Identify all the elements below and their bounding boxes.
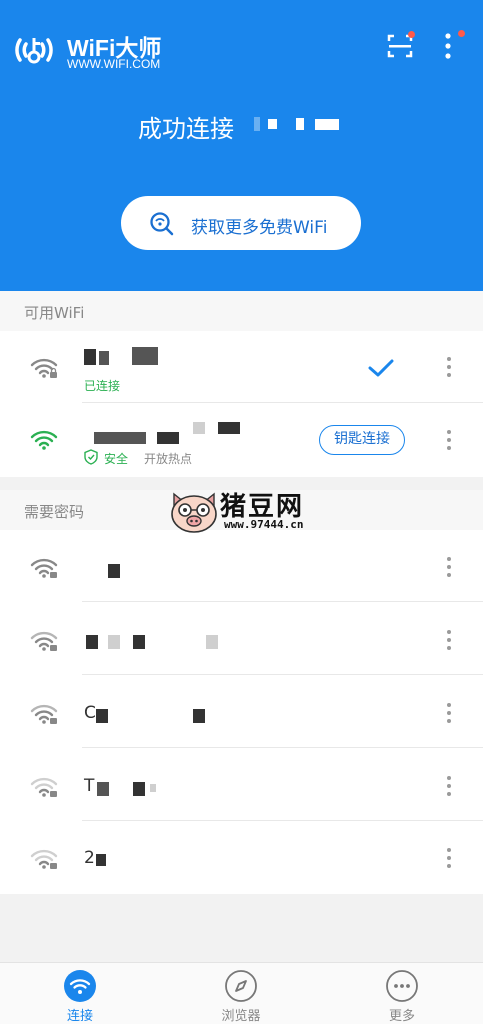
- wifi-row-locked[interactable]: [0, 530, 483, 602]
- ssid-redaction: [99, 351, 109, 365]
- wifi-locked-icon: [30, 558, 58, 578]
- app-header: WiFi大师 WWW.WIFI.COM 成功连接 获取更多免费WiFi: [0, 0, 483, 291]
- wifi-row-locked[interactable]: T: [0, 749, 483, 821]
- connection-status: 成功连接: [138, 115, 234, 143]
- compass-icon: [225, 970, 257, 1002]
- get-more-wifi-button[interactable]: 获取更多免费WiFi: [121, 196, 361, 250]
- wifi-locked-icon: [30, 777, 58, 797]
- wifi-locked-icon: [30, 849, 58, 869]
- ssid-redaction: [133, 635, 145, 649]
- menu-notification-dot: [458, 30, 465, 37]
- ssid-redaction: [132, 347, 158, 365]
- ssid-redaction: [150, 784, 156, 792]
- shield-check-icon: [84, 449, 98, 465]
- row-more-icon[interactable]: [443, 430, 455, 452]
- ssid-redaction: [97, 782, 109, 796]
- row-more-icon[interactable]: [443, 703, 455, 725]
- ssid-redaction: [315, 119, 339, 130]
- nav-label: 更多: [388, 1009, 415, 1024]
- get-more-wifi-label: 获取更多免费WiFi: [191, 218, 328, 238]
- connected-status: 已连接: [84, 379, 121, 393]
- nav-tab-more[interactable]: 更多: [342, 963, 462, 1024]
- ssid-redaction: [86, 635, 98, 649]
- ssid-redaction: [133, 782, 145, 796]
- key-connect-button[interactable]: 钥匙连接: [319, 425, 405, 455]
- wifi-row-connected[interactable]: 已连接: [0, 331, 483, 403]
- section-title: 可用WiFi: [24, 304, 85, 322]
- row-more-icon[interactable]: [443, 848, 455, 870]
- ssid-redaction: [193, 422, 205, 434]
- ssid-redaction: [108, 564, 120, 578]
- ssid-redaction: [254, 117, 260, 131]
- pig-face-icon: [171, 492, 217, 533]
- ssid-redaction: [157, 432, 179, 444]
- wifi-row-locked[interactable]: 2: [0, 822, 483, 894]
- nav-tab-browser[interactable]: 浏览器: [181, 963, 301, 1024]
- ssid-redaction: [206, 635, 218, 649]
- ssid-redaction: [84, 349, 96, 365]
- wifi-locked-icon: [30, 358, 58, 378]
- scan-notification-dot: [408, 31, 415, 38]
- wifi-ssid: T: [84, 776, 95, 796]
- row-more-icon[interactable]: [443, 557, 455, 579]
- checkmark-icon: [368, 359, 394, 377]
- divider: [82, 674, 483, 675]
- wifi-row-open-hotspot[interactable]: 安全 开放热点 钥匙连接: [0, 404, 483, 476]
- ssid-redaction: [108, 635, 120, 649]
- hotspot-type-label: 开放热点: [144, 452, 193, 466]
- divider: [82, 402, 483, 403]
- row-more-icon[interactable]: [443, 357, 455, 379]
- search-wifi-icon: [150, 212, 174, 236]
- bottom-navigation: 连接 浏览器 更多: [0, 962, 483, 1024]
- row-more-icon[interactable]: [443, 630, 455, 652]
- row-more-icon[interactable]: [443, 776, 455, 798]
- divider: [82, 747, 483, 748]
- nav-tab-connect[interactable]: 连接: [20, 963, 140, 1024]
- more-menu-button[interactable]: [436, 28, 465, 64]
- divider: [82, 601, 483, 602]
- app-url: WWW.WIFI.COM: [67, 57, 161, 71]
- wifi-ssid: C: [84, 703, 96, 723]
- watermark-url: www.97444.cn: [224, 518, 304, 531]
- section-title: 需要密码: [24, 503, 85, 521]
- ssid-redaction: [296, 118, 304, 130]
- security-label: 安全: [104, 452, 129, 466]
- wifi-icon: [64, 970, 96, 1002]
- ssid-redaction: [218, 422, 240, 434]
- available-section-header: 可用WiFi: [0, 291, 483, 331]
- more-dots-icon: [386, 970, 418, 1002]
- wifi-locked-icon: [30, 704, 58, 724]
- wifi-row-locked[interactable]: C: [0, 676, 483, 748]
- scan-button[interactable]: [384, 30, 416, 62]
- nav-label: 连接: [66, 1009, 93, 1024]
- wifi-locked-icon: [30, 631, 58, 651]
- nav-label: 浏览器: [221, 1009, 261, 1024]
- ssid-redaction: [96, 709, 108, 723]
- wifi-key-logo-icon: [15, 38, 53, 64]
- ssid-redaction: [94, 432, 146, 444]
- divider: [82, 820, 483, 821]
- wifi-signal-icon: [30, 430, 58, 450]
- ssid-redaction: [96, 854, 106, 866]
- ssid-redaction: [268, 119, 277, 129]
- wifi-row-locked[interactable]: [0, 603, 483, 675]
- site-watermark: 猪豆网 www.97444.cn: [168, 488, 316, 536]
- wifi-ssid: 2: [84, 848, 95, 868]
- ssid-redaction: [193, 709, 205, 723]
